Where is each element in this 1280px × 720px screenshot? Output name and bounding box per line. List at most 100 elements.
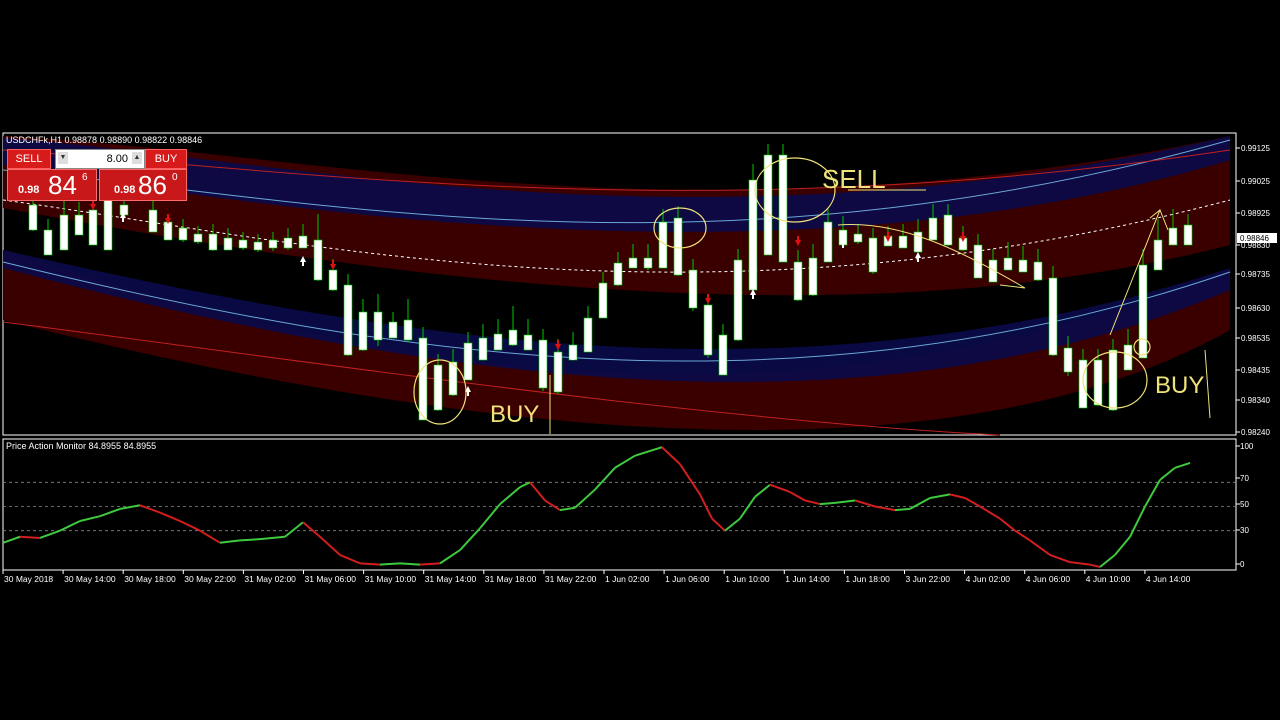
candle-body [703, 304, 713, 356]
price-label: 0.98735 [1241, 270, 1270, 279]
candle-body [313, 239, 323, 281]
time-label: 4 Jun 02:00 [966, 574, 1011, 584]
sell-annotation-text: SELL [822, 164, 886, 194]
lot-size-value[interactable]: 8.00 [72, 150, 128, 168]
candle-body [418, 337, 428, 421]
sell-quote[interactable]: 0.98 84 6 [7, 169, 97, 201]
candle-body [688, 269, 698, 309]
time-label: 31 May 18:00 [485, 574, 537, 584]
osc-level-label: 100 [1240, 442, 1254, 451]
candle-body [613, 262, 623, 286]
candle-body [193, 233, 203, 243]
time-label: 31 May 06:00 [305, 574, 357, 584]
candle-body [163, 221, 173, 241]
lot-increase-icon[interactable]: ▲ [132, 152, 142, 164]
symbol-name: USDCHFk,H1 [6, 135, 63, 145]
candle-body [103, 199, 113, 251]
candle-body [343, 284, 353, 356]
time-label: 31 May 22:00 [545, 574, 597, 584]
time-label: 30 May 14:00 [64, 574, 116, 584]
candle-body [268, 239, 278, 249]
lot-decrease-icon[interactable]: ▼ [58, 152, 68, 164]
candle-body [1033, 261, 1043, 281]
candle [343, 274, 353, 356]
time-label: 4 Jun 06:00 [1026, 574, 1071, 584]
candle-body [208, 233, 218, 251]
candle-body [1048, 277, 1058, 356]
candle-body [1123, 344, 1133, 371]
candle-body [733, 259, 743, 341]
price-label: 0.98240 [1241, 428, 1270, 437]
chart-canvas[interactable]: SELLBUYBUY 0.991250.990250.989250.988300… [0, 0, 1280, 720]
osc-level-label: 50 [1240, 500, 1249, 509]
time-label: 31 May 14:00 [425, 574, 477, 584]
symbol-ohlc: 0.98878 0.98890 0.98822 0.98846 [64, 135, 203, 145]
osc-segment [19, 535, 41, 539]
candle-body [853, 233, 863, 243]
candle-body [1153, 239, 1163, 271]
price-label: 0.99125 [1241, 144, 1270, 153]
candle-body [1003, 257, 1013, 271]
candle-body [298, 235, 308, 249]
price-label: 0.98630 [1241, 304, 1270, 313]
sell-price-big: 84 [48, 170, 77, 200]
candle-body [388, 321, 398, 339]
osc-segment [379, 562, 401, 566]
candle-body [898, 235, 908, 249]
candle-body [238, 239, 248, 249]
buy-price-big: 86 [138, 170, 167, 200]
sell-price-sup: 6 [82, 172, 88, 183]
candle-body [643, 257, 653, 269]
candle [1048, 266, 1058, 356]
candle-body [358, 311, 368, 351]
time-label: 30 May 22:00 [184, 574, 236, 584]
candle [733, 249, 743, 341]
price-label: 0.98535 [1241, 334, 1270, 343]
buy-annotation-text-2: BUY [1155, 372, 1204, 399]
candle-body [403, 319, 413, 341]
sell-button[interactable]: SELL [7, 149, 51, 169]
time-label: 3 Jun 22:00 [906, 574, 951, 584]
buy-button[interactable]: BUY [145, 149, 187, 169]
time-label: 1 Jun 18:00 [845, 574, 890, 584]
candle-body [59, 214, 69, 251]
buy-quote[interactable]: 0.98 86 0 [99, 169, 187, 201]
osc-segment [419, 562, 441, 566]
candle-body [493, 333, 503, 351]
candle-body [763, 154, 773, 256]
candle-body [463, 342, 473, 381]
candle-body [598, 282, 608, 319]
candle [763, 144, 773, 256]
price-label: 0.98925 [1241, 209, 1270, 218]
candle-body [88, 209, 98, 246]
osc-segment [819, 501, 836, 506]
time-label: 1 Jun 06:00 [665, 574, 710, 584]
time-label: 4 Jun 14:00 [1146, 574, 1191, 584]
osc-segment [399, 562, 421, 566]
time-label: 1 Jun 10:00 [725, 574, 770, 584]
price-label: 0.98340 [1241, 396, 1270, 405]
lot-size-stepper[interactable]: ▼ 8.00 ▲ [55, 149, 145, 169]
price-label: 0.98435 [1241, 366, 1270, 375]
osc-level-label: 70 [1240, 474, 1249, 483]
candle-body [28, 204, 38, 231]
candle [1108, 339, 1118, 411]
candle-body [928, 217, 938, 241]
time-label: 30 May 18:00 [124, 574, 176, 584]
candle-body [718, 334, 728, 376]
time-label: 30 May 2018 [4, 574, 53, 584]
candle-body [433, 364, 443, 411]
osc-segment [239, 538, 261, 542]
time-label: 4 Jun 10:00 [1086, 574, 1131, 584]
buy-price-sup: 0 [172, 172, 178, 183]
candle-body [778, 154, 788, 263]
candle-body [1138, 264, 1148, 359]
candle-body [1108, 349, 1118, 411]
sell-price-prefix: 0.98 [18, 184, 40, 196]
candle-body [808, 257, 818, 296]
candle-body [508, 329, 518, 346]
osc-level-label: 0 [1240, 560, 1245, 569]
candle-body [1093, 359, 1103, 406]
candle-body [943, 214, 953, 246]
candle-body [223, 237, 233, 251]
